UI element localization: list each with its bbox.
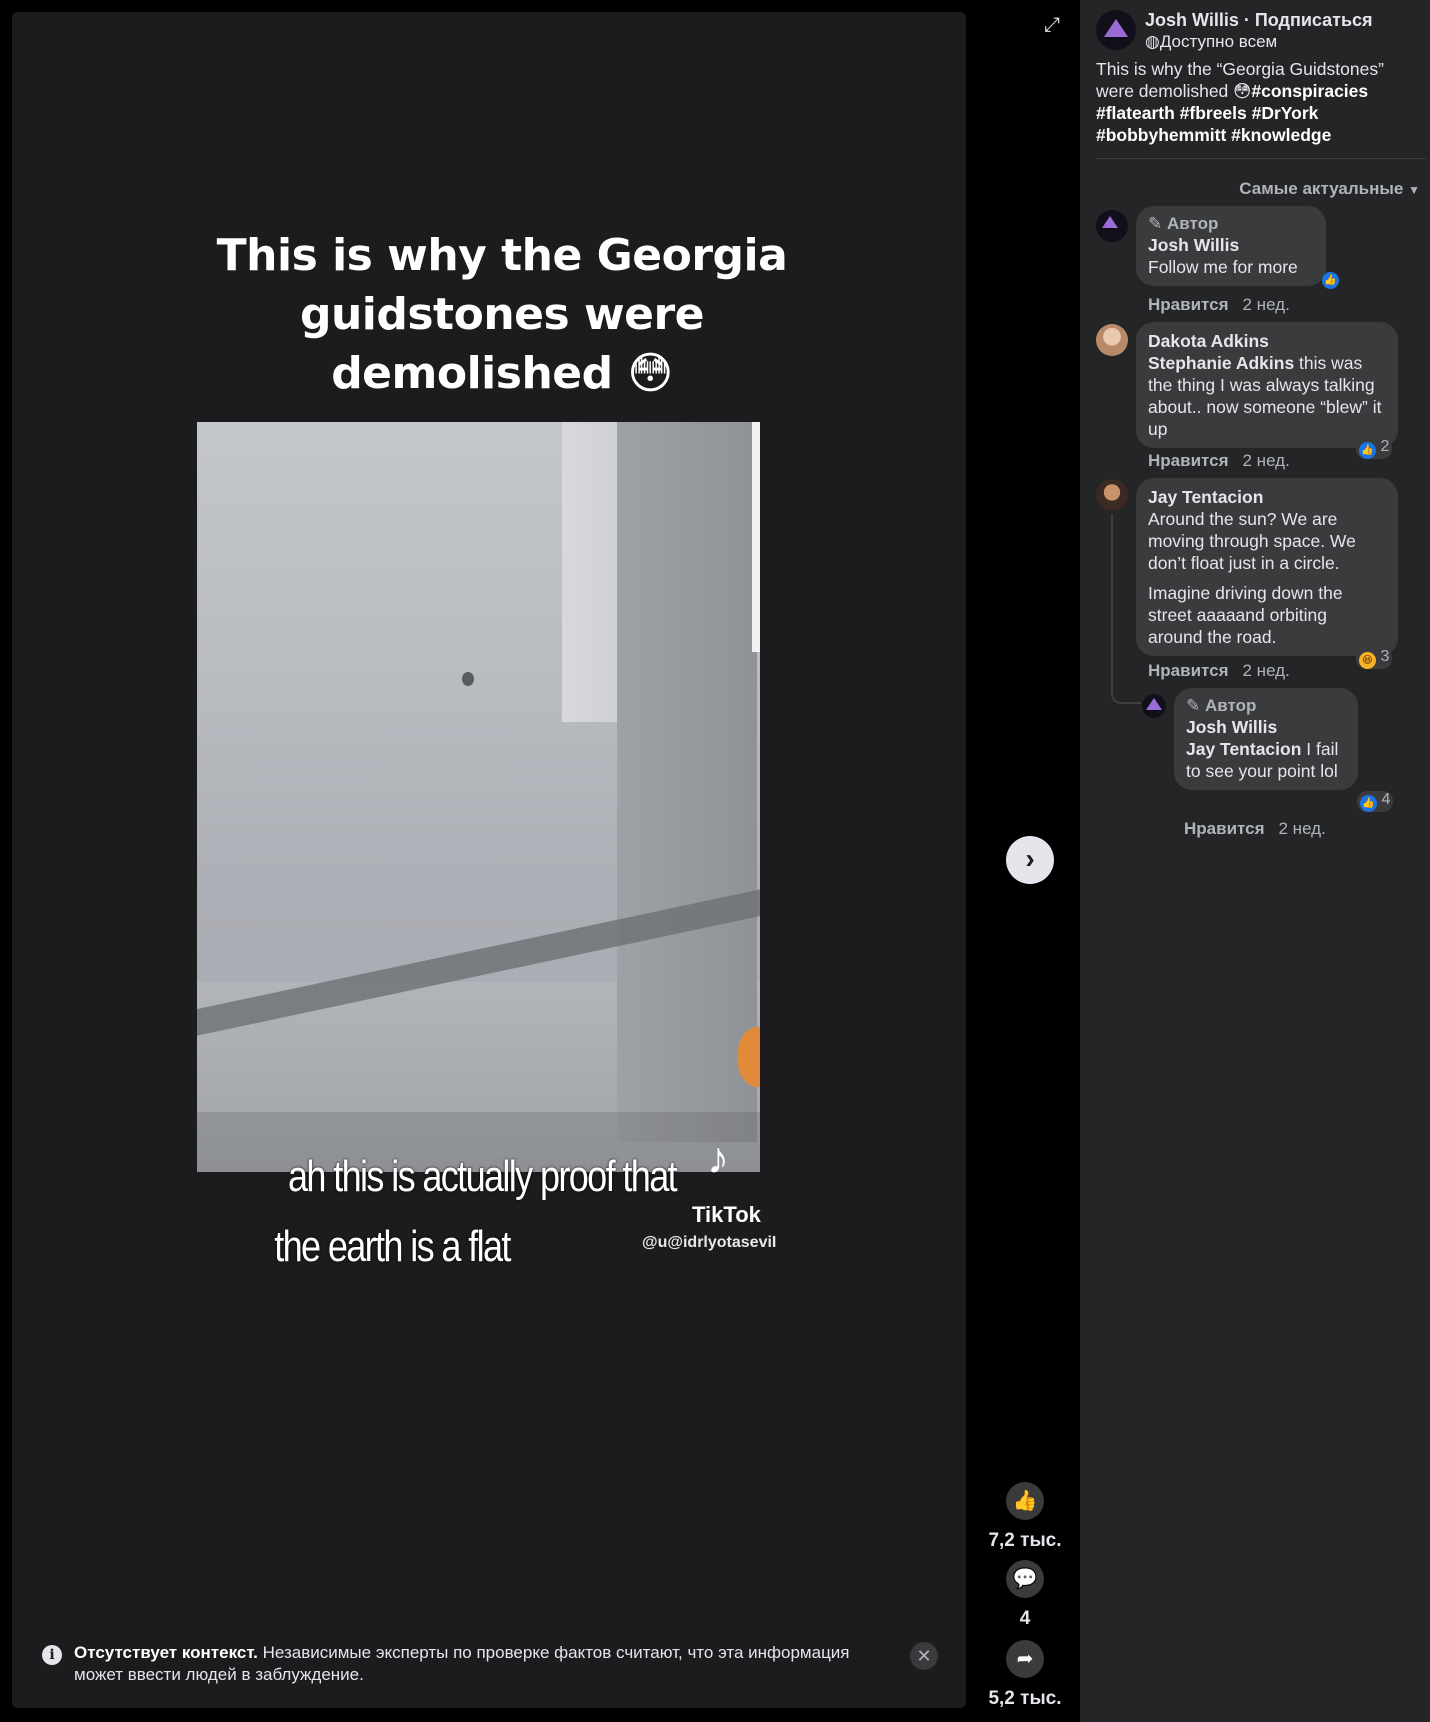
like-reaction-icon: 👍 xyxy=(1322,272,1339,289)
comment-text: Jay Tentacion I fail to see your point l… xyxy=(1186,739,1339,781)
share-icon[interactable]: ➦ xyxy=(1006,1640,1044,1678)
comment-text: Around the sun? We are moving through sp… xyxy=(1148,509,1356,573)
comment-bubble: ✎ Автор Josh Willis Jay Tentacion I fail… xyxy=(1174,688,1358,790)
haha-reaction-icon: 😆 xyxy=(1359,652,1376,669)
like-icon[interactable]: 👍 xyxy=(1006,1482,1044,1520)
comment-meta: Нравится 2 нед. xyxy=(1148,661,1290,681)
reaction-badge[interactable]: 👍 4 xyxy=(1357,791,1394,812)
post-author[interactable]: Josh Willis · Подписаться xyxy=(1145,10,1373,31)
pencil-icon: ✎ xyxy=(1148,214,1163,233)
pencil-icon: ✎ xyxy=(1186,696,1201,715)
avatar[interactable] xyxy=(1096,210,1128,242)
avatar[interactable] xyxy=(1096,10,1136,50)
author-badge: ✎ Автор xyxy=(1148,214,1219,233)
comment-time[interactable]: 2 нед. xyxy=(1279,819,1326,838)
reaction-badge[interactable]: 👍 2 xyxy=(1356,438,1393,459)
comment-bubble: Dakota Adkins Stephanie Adkins this was … xyxy=(1136,322,1398,448)
video-title: This is why the Georgia guidstones were … xyxy=(216,230,788,399)
comment-time[interactable]: 2 нед. xyxy=(1243,295,1290,314)
divider xyxy=(1096,158,1426,159)
close-icon[interactable]: ✕ xyxy=(910,1642,938,1670)
like-reaction-icon: 👍 xyxy=(1360,795,1377,812)
like-action[interactable]: 👍 7,2 тыс. xyxy=(985,1482,1065,1552)
comment-text: Follow me for more xyxy=(1148,257,1298,277)
notice-bold: Отсутствует контекст. xyxy=(74,1643,258,1662)
next-arrow-icon[interactable]: › xyxy=(1006,836,1054,884)
video-stage[interactable]: This is why the Georgia guidstones were … xyxy=(12,12,966,1708)
video-frame[interactable] xyxy=(197,422,760,1172)
like-link[interactable]: Нравится xyxy=(1148,451,1229,470)
avatar[interactable] xyxy=(1096,479,1128,511)
shares-count: 5,2 тыс. xyxy=(988,1688,1062,1709)
comment-meta: Нравится 2 нед. xyxy=(1148,295,1290,315)
mention[interactable]: Jay Tentacion xyxy=(1186,739,1301,759)
comments-sort-dropdown[interactable]: Самые актуальные ▼ xyxy=(1239,179,1420,199)
post-audience: ◍Доступно всем xyxy=(1145,32,1278,51)
reaction-badge[interactable]: 😆 3 xyxy=(1356,648,1393,669)
comment-author[interactable]: Josh Willis xyxy=(1148,234,1314,256)
comment-text-2: Imagine driving down the street aaaaand … xyxy=(1148,583,1343,647)
share-action[interactable]: ➦ 5,2 тыс. xyxy=(985,1640,1065,1710)
author-badge: ✎ Автор xyxy=(1186,696,1257,715)
video-caption-line1: ah this is actually proof that xyxy=(287,1152,678,1201)
tiktok-brand: TikTok xyxy=(692,1202,761,1227)
comment-time[interactable]: 2 нед. xyxy=(1243,661,1290,680)
comment-meta: Нравится 2 нед. xyxy=(1184,819,1326,839)
dropdown-icon: ▼ xyxy=(1408,183,1420,197)
info-icon: i xyxy=(42,1645,62,1665)
expand-icon[interactable]: ⤢ xyxy=(1044,14,1060,37)
comment-time[interactable]: 2 нед. xyxy=(1243,451,1290,470)
comment-bubble: ✎ Автор Josh Willis Follow me for more xyxy=(1136,206,1326,286)
tiktok-handle: @u@idrlyotaseviI xyxy=(642,1234,777,1251)
notice-text: Отсутствует контекст. Независимые экспер… xyxy=(74,1642,874,1686)
avatar[interactable] xyxy=(1096,324,1128,356)
like-reaction-icon: 👍 xyxy=(1359,442,1376,459)
video-caption-line2: the earth is a flat xyxy=(274,1222,511,1271)
comment-author[interactable]: Josh Willis xyxy=(1186,716,1346,738)
post-text: This is why the “Georgia Guidstones” wer… xyxy=(1096,58,1426,146)
comment-bubble: Jay Tentacion Around the sun? We are mov… xyxy=(1136,478,1398,656)
like-link[interactable]: Нравится xyxy=(1184,819,1265,838)
comment-author[interactable]: Jay Tentacion xyxy=(1148,486,1386,508)
mention[interactable]: Stephanie Adkins xyxy=(1148,353,1294,373)
thread-line xyxy=(1111,514,1141,704)
reaction-badge[interactable]: 👍 xyxy=(1319,268,1342,289)
comments-panel: Josh Willis · Подписаться ◍Доступно всем… xyxy=(1080,0,1430,1722)
comment-meta: Нравится 2 нед. xyxy=(1148,451,1290,471)
comment-text: Stephanie Adkins this was the thing I wa… xyxy=(1148,353,1382,439)
comments-count: 4 xyxy=(1019,1608,1031,1629)
like-link[interactable]: Нравится xyxy=(1148,661,1229,680)
tiktok-logo-icon: ♪ xyxy=(707,1134,729,1183)
like-link[interactable]: Нравится xyxy=(1148,295,1229,314)
comment-icon[interactable]: 💬 xyxy=(1006,1560,1044,1598)
likes-count: 7,2 тыс. xyxy=(988,1530,1062,1551)
comment-action[interactable]: 💬 4 xyxy=(985,1560,1065,1630)
fact-check-notice: i Отсутствует контекст. Независимые эксп… xyxy=(42,1642,942,1686)
avatar[interactable] xyxy=(1142,694,1166,718)
globe-icon: ◍ xyxy=(1145,32,1160,51)
comment-author[interactable]: Dakota Adkins xyxy=(1148,330,1386,352)
